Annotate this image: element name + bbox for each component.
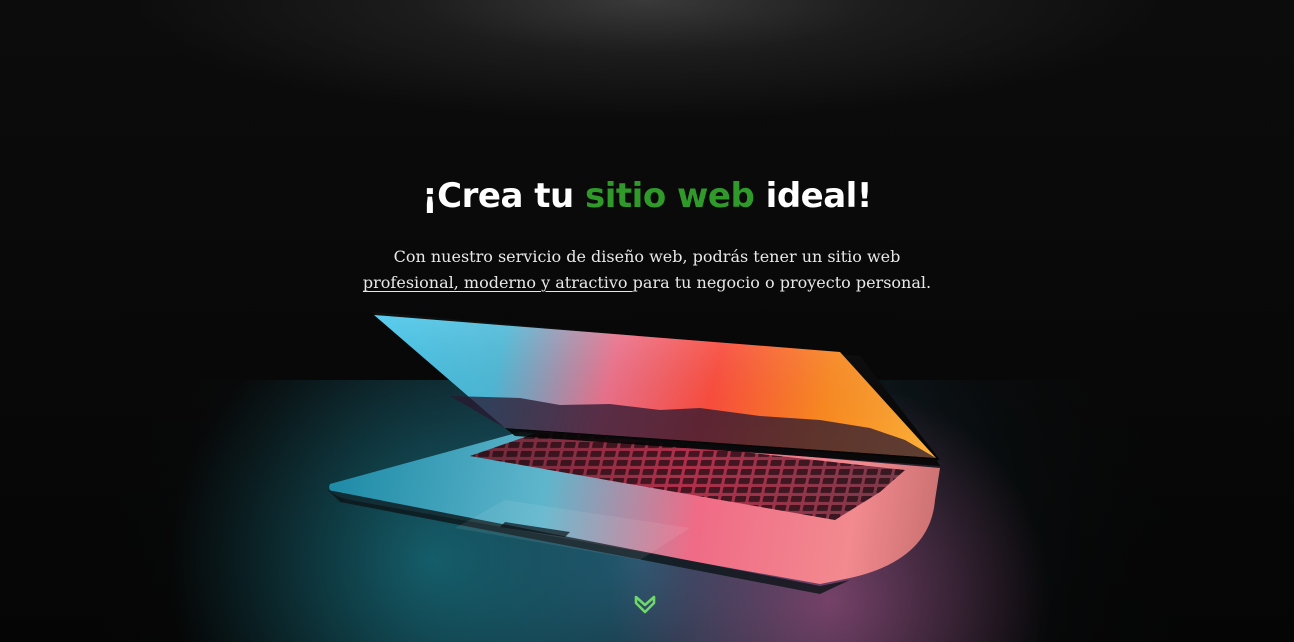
hero-description: Con nuestro servicio de diseño web, podr… [0, 244, 1294, 296]
scroll-down-button[interactable] [631, 591, 659, 619]
hero-title-accent: sitio web [585, 176, 755, 216]
hero-title-start: ¡Crea tu [422, 176, 586, 216]
chevron-down-icon [634, 595, 656, 614]
hero-title: ¡Crea tu sitio web ideal! [0, 176, 1294, 216]
hero-title-end: ideal! [754, 176, 873, 216]
hero-description-highlight: profesional, moderno y atractivo [362, 273, 633, 292]
laptop-background-image [0, 312, 1294, 642]
hero-description-line2: para tu negocio o proyecto personal. [632, 273, 932, 292]
hero-description-line1: Con nuestro servicio de diseño web, podr… [393, 247, 901, 266]
hero-section: ¡Crea tu sitio web ideal! Con nuestro se… [0, 0, 1294, 642]
